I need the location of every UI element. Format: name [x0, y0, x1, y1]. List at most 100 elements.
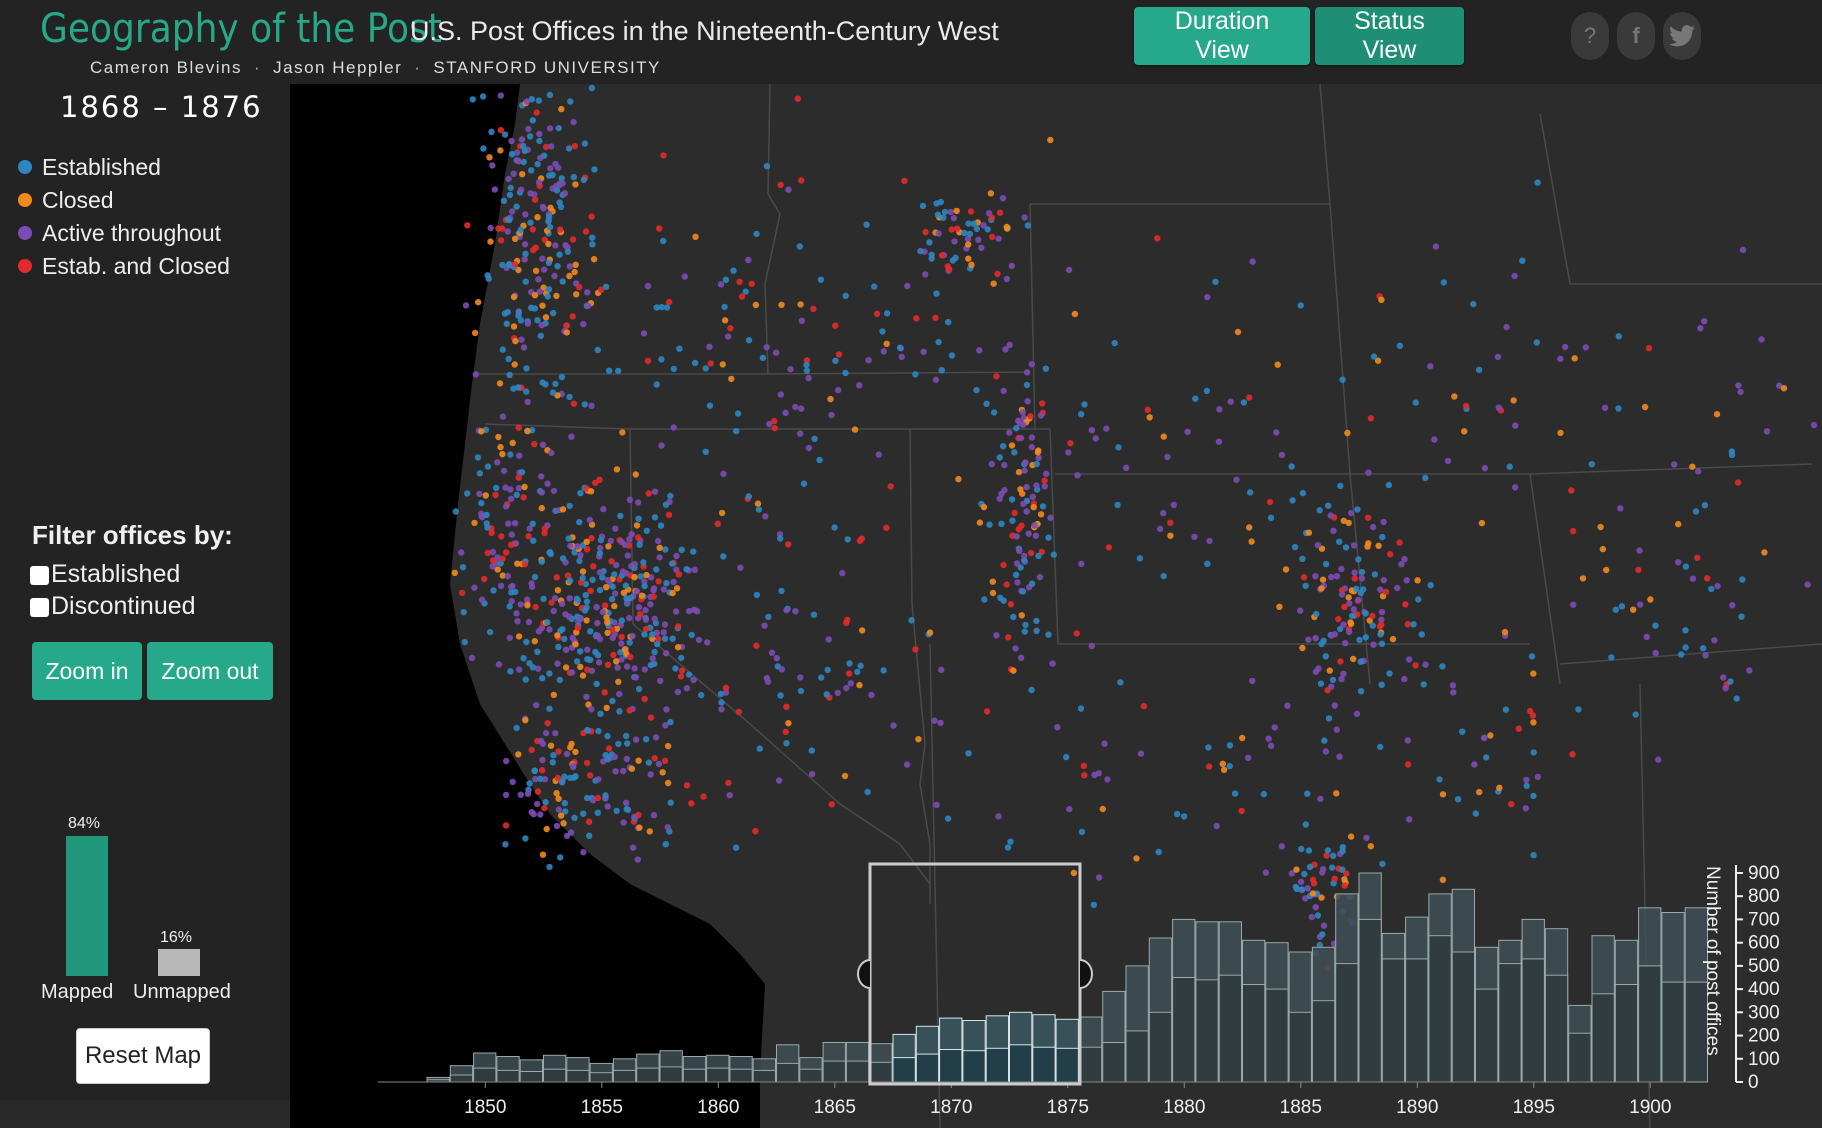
post-office-dot	[461, 638, 468, 646]
status-view-button[interactable]: Status View	[1315, 7, 1464, 65]
reset-map-button[interactable]: Reset Map	[76, 1028, 210, 1084]
post-office-dot	[913, 315, 920, 322]
post-office-dot	[937, 719, 944, 727]
duration-view-button[interactable]: Duration View	[1134, 7, 1310, 65]
post-office-dot	[1342, 544, 1350, 551]
post-office-dot	[584, 794, 591, 802]
post-office-dot	[1033, 627, 1040, 634]
post-office-dot	[1314, 912, 1322, 919]
post-office-dot	[636, 824, 643, 831]
post-office-dot	[955, 475, 962, 483]
post-office-dot	[546, 125, 554, 132]
post-office-dot	[552, 380, 559, 388]
post-office-dot	[481, 575, 488, 583]
post-office-dot	[1733, 695, 1740, 702]
post-office-dot	[1339, 376, 1346, 383]
post-office-dot	[506, 371, 513, 379]
post-office-dot	[532, 244, 539, 251]
filter-discontinued[interactable]: Discontinued	[30, 592, 196, 621]
post-office-dot	[753, 591, 761, 599]
filter-established-checkbox[interactable]	[30, 566, 49, 585]
post-office-dot	[1204, 293, 1211, 301]
post-office-dot	[559, 555, 567, 562]
post-office-dot	[505, 261, 513, 269]
post-office-map[interactable]	[290, 84, 1822, 1128]
post-office-dot	[1618, 603, 1626, 610]
post-office-dot	[1299, 489, 1307, 497]
site-title[interactable]: Geography of the Post	[40, 6, 442, 52]
post-office-dot	[808, 770, 816, 778]
post-office-dot	[667, 492, 674, 500]
post-office-dot	[683, 685, 691, 692]
post-office-dot	[489, 162, 496, 169]
post-office-dot	[763, 163, 771, 170]
post-office-dot	[515, 666, 523, 673]
post-office-dot	[599, 574, 606, 581]
post-office-dot	[539, 767, 546, 774]
post-office-dot	[1377, 586, 1384, 593]
post-office-dot	[726, 792, 733, 799]
post-office-dot	[577, 552, 584, 559]
post-office-dot	[662, 501, 670, 508]
post-office-dot	[1137, 750, 1145, 757]
post-office-dot	[1367, 415, 1375, 422]
post-office-dot	[508, 151, 516, 158]
filter-established[interactable]: Established	[30, 560, 180, 589]
post-office-dot	[1271, 724, 1278, 731]
post-office-dot	[534, 317, 541, 324]
post-office-dot	[524, 790, 532, 797]
post-office-dot	[1401, 675, 1408, 683]
post-office-dot	[785, 186, 792, 193]
filter-label: Established	[51, 560, 181, 588]
post-office-dot	[546, 549, 554, 556]
zoom-in-button[interactable]: Zoom in	[32, 642, 142, 700]
post-office-dot	[1266, 498, 1274, 506]
post-office-dot	[507, 495, 515, 502]
post-office-dot	[1231, 790, 1239, 797]
post-office-dot	[1431, 436, 1438, 443]
post-office-dot	[663, 580, 670, 587]
post-office-dot	[508, 589, 515, 596]
zoom-out-button[interactable]: Zoom out	[147, 642, 273, 700]
post-office-dot	[621, 646, 629, 653]
post-office-dot	[768, 649, 776, 656]
post-office-dot	[613, 807, 620, 814]
post-office-dot	[1378, 296, 1385, 303]
post-office-dot	[728, 375, 735, 383]
post-office-dot	[1351, 569, 1358, 576]
post-office-dot	[1081, 401, 1088, 408]
post-office-dot	[719, 361, 726, 368]
post-office-dot	[720, 553, 727, 560]
post-office-dot	[638, 592, 646, 599]
post-office-dot	[1010, 667, 1017, 674]
post-office-dot	[618, 617, 625, 624]
post-office-dot	[520, 158, 527, 166]
post-office-dot	[965, 750, 972, 757]
post-office-dot	[1005, 634, 1012, 641]
post-office-dot	[521, 483, 528, 491]
post-office-dot	[968, 261, 975, 268]
facebook-icon[interactable]: f	[1617, 12, 1655, 60]
post-office-dot	[935, 338, 942, 346]
post-office-dot	[1340, 621, 1347, 628]
filter-discontinued-checkbox[interactable]	[30, 598, 49, 617]
post-office-dot	[1412, 399, 1420, 406]
post-office-dot	[459, 564, 467, 571]
post-office-dot	[948, 226, 955, 233]
post-office-dot	[851, 426, 859, 433]
twitter-icon[interactable]	[1663, 12, 1701, 60]
post-office-dot	[661, 635, 669, 642]
post-office-dot	[803, 367, 811, 374]
map-canvas[interactable]	[290, 84, 1822, 1128]
post-office-dot	[998, 520, 1005, 527]
post-office-dot	[580, 849, 587, 856]
post-office-dot	[818, 674, 825, 681]
post-office-dot	[556, 251, 563, 258]
post-office-dot	[1180, 813, 1188, 820]
post-office-dot	[508, 137, 515, 145]
post-office-dot	[471, 329, 479, 337]
post-office-dot	[508, 531, 515, 538]
help-icon[interactable]: ?	[1571, 12, 1609, 60]
post-office-dot	[651, 755, 658, 762]
post-office-dot	[555, 748, 562, 755]
